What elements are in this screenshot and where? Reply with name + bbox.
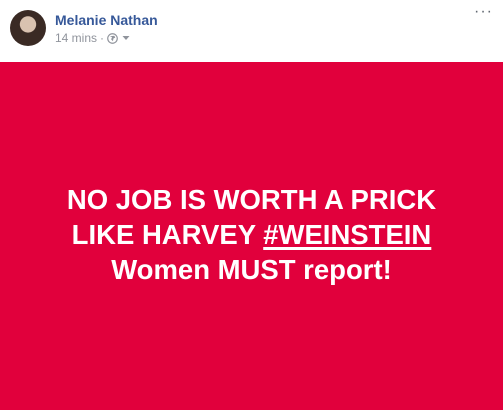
hashtag-link[interactable]: #WEINSTEIN (263, 219, 431, 250)
author-name[interactable]: Melanie Nathan (55, 12, 158, 28)
avatar[interactable] (10, 10, 46, 46)
image-text-line-2-prefix: LIKE HARVEY (71, 218, 264, 250)
meta-separator: · (100, 31, 105, 45)
image-text-line-2: LIKE HARVEY #WEINSTEIN (67, 217, 436, 252)
timestamp[interactable]: 14 mins (55, 31, 97, 45)
post-header: Melanie Nathan 14 mins · ··· (0, 0, 503, 60)
more-options-icon[interactable]: ··· (474, 4, 493, 20)
image-text: NO JOB IS WORTH A PRICK LIKE HARVEY #WEI… (67, 182, 436, 287)
image-text-line-1: NO JOB IS WORTH A PRICK (66, 183, 437, 215)
globe-icon[interactable] (107, 32, 118, 44)
post-meta: 14 mins · (55, 31, 130, 45)
image-text-line-3: Women MUST report! (111, 253, 392, 285)
post-image[interactable]: NO JOB IS WORTH A PRICK LIKE HARVEY #WEI… (0, 62, 503, 410)
chevron-down-icon[interactable] (122, 35, 130, 41)
